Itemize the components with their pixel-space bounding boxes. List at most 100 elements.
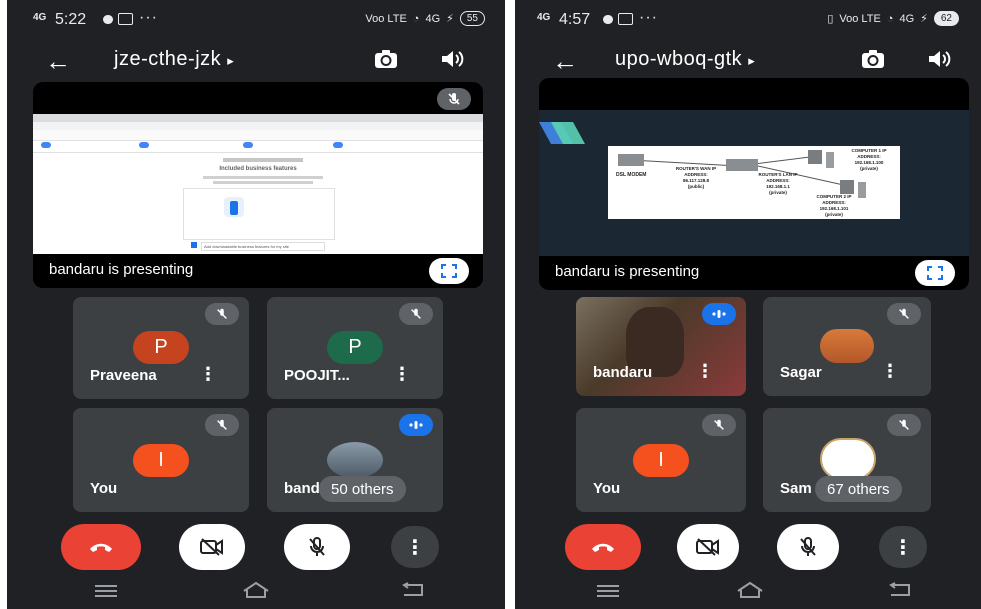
- hang-up-icon: [592, 543, 614, 552]
- shared-screen-heading: Included business features: [219, 166, 297, 172]
- fullscreen-icon: [441, 264, 457, 278]
- home-icon[interactable]: [735, 581, 765, 599]
- network-label: Voo LTE: [839, 12, 881, 25]
- charging-icon: ⚡: [920, 13, 928, 25]
- computer1-ip-label: COMPUTER 1 IP ADDRESS: 192.168.1.100 (priv…: [851, 148, 887, 171]
- slide-logo: [539, 122, 585, 144]
- mic-off-icon: [702, 414, 736, 436]
- mic-off-icon: [309, 537, 325, 556]
- participant-tile[interactable]: Sagar ⋮: [763, 297, 931, 396]
- presenting-label: bandaru is presenting: [555, 263, 700, 280]
- home-icon[interactable]: [241, 581, 271, 599]
- more-options-icon[interactable]: ⋮: [199, 364, 217, 385]
- participant-name: band: [284, 480, 320, 497]
- camera-off-icon: [696, 538, 719, 556]
- back-arrow-icon[interactable]: ←: [552, 46, 578, 77]
- status-bar: 4G 5:22 ··· Voo LTE ◔ 4G ⚡ 55: [7, 0, 505, 40]
- participant-name: POOJIT...: [284, 367, 350, 384]
- menu-icon[interactable]: [595, 583, 621, 599]
- clock: 5:22: [55, 11, 87, 28]
- mail-icon: [618, 13, 633, 25]
- fullscreen-button[interactable]: [915, 260, 955, 286]
- phone-screen-left: 4G 5:22 ··· Voo LTE ◔ 4G ⚡ 55 ← jze-cthe…: [7, 0, 505, 609]
- participant-tile-self[interactable]: I You: [576, 408, 746, 512]
- status-right: ▯ Voo LTE ◔ 4G ⚡ 62: [827, 11, 959, 26]
- avatar: [820, 438, 876, 480]
- presentation-view[interactable]: Included business features Add downloada…: [33, 82, 483, 288]
- more-options-icon[interactable]: ⋮: [696, 361, 714, 382]
- more-vert-icon: ⋮: [405, 536, 425, 559]
- mic-off-icon: [205, 414, 239, 436]
- mic-off-icon: [399, 303, 433, 325]
- phone-screen-right: 4G 4:57 ··· ▯ Voo LTE ◔ 4G ⚡ 62 ← upo-wb…: [515, 0, 981, 609]
- participant-tile[interactable]: bandaru ⋮: [576, 297, 746, 396]
- network-diagram: DSL MODEM ROUTER'S WAN IP ADDRESS: 86.117…: [608, 146, 900, 219]
- wan-ip-label: ROUTER'S WAN IP ADDRESS: 86.117.128.8 (pub…: [675, 166, 717, 189]
- participant-name: bandaru: [593, 364, 653, 381]
- wifi-icon: ◔: [886, 12, 894, 25]
- meeting-code[interactable]: upo-wboq-gtk ▸: [615, 48, 755, 71]
- battery-level: 55: [459, 11, 485, 26]
- camera-toggle-button[interactable]: [179, 524, 245, 570]
- menu-icon[interactable]: [93, 583, 119, 599]
- participant-tile-overflow[interactable]: Sam 67 others: [763, 408, 931, 512]
- speaker-icon[interactable]: [439, 48, 465, 70]
- presenting-label: bandaru is presenting: [49, 261, 194, 278]
- avatar: I: [133, 444, 189, 477]
- signal-indicator: 4G: [537, 12, 551, 23]
- more-vert-icon: ⋮: [893, 536, 913, 559]
- wifi-icon: ◔: [412, 12, 420, 25]
- others-count-badge[interactable]: 67 others: [815, 476, 902, 502]
- mic-off-icon: [887, 414, 921, 436]
- avatar: P: [133, 331, 189, 364]
- speaking-icon: [399, 414, 433, 436]
- camera-toggle-button[interactable]: [677, 524, 739, 570]
- more-options-icon[interactable]: ⋮: [393, 364, 411, 385]
- participant-tile-overflow[interactable]: band 50 others: [267, 408, 443, 512]
- meeting-top-bar: ← upo-wboq-gtk ▸: [515, 40, 981, 80]
- more-options-icon[interactable]: ⋮: [881, 361, 899, 382]
- network-type: 4G: [425, 12, 441, 25]
- participant-name: You: [90, 480, 118, 497]
- participant-tile-self[interactable]: I You: [73, 408, 249, 512]
- speaker-icon[interactable]: [926, 48, 952, 70]
- presentation-caption: bandaru is presenting: [33, 254, 483, 288]
- presentation-view[interactable]: DSL MODEM ROUTER'S WAN IP ADDRESS: 86.117…: [539, 78, 969, 290]
- others-count-badge[interactable]: 50 others: [319, 476, 406, 502]
- modem-label: DSL MODEM: [616, 172, 647, 178]
- participant-tile[interactable]: P POOJIT... ⋮: [267, 297, 443, 399]
- back-nav-icon[interactable]: [400, 582, 426, 598]
- charging-icon: ⚡: [446, 13, 454, 25]
- mic-off-icon: [205, 303, 239, 325]
- back-arrow-icon[interactable]: ←: [45, 46, 71, 77]
- switch-camera-icon[interactable]: [373, 48, 399, 70]
- meeting-code[interactable]: jze-cthe-jzk ▸: [114, 48, 234, 71]
- participant-tile[interactable]: P Praveena ⋮: [73, 297, 249, 399]
- network-type: 4G: [899, 12, 915, 25]
- more-options-button[interactable]: ⋮: [879, 526, 927, 568]
- lan-ip-label: ROUTER'S LAN IP ADDRESS: 192.168.1.1 (priv…: [758, 172, 798, 195]
- fullscreen-button[interactable]: [429, 258, 469, 284]
- system-nav-bar: [515, 573, 981, 609]
- presentation-caption: bandaru is presenting: [539, 256, 969, 290]
- vibrate-icon: ▯: [827, 13, 834, 25]
- avatar: I: [633, 444, 689, 477]
- status-right: Voo LTE ◔ 4G ⚡ 55: [365, 11, 485, 26]
- end-call-button[interactable]: [565, 524, 641, 570]
- mic-toggle-button[interactable]: [777, 524, 839, 570]
- participant-name: Praveena: [90, 367, 157, 384]
- camera-off-icon: [200, 538, 223, 556]
- mic-off-icon: [887, 303, 921, 325]
- more-options-button[interactable]: ⋮: [391, 526, 439, 568]
- computer2-ip-label: COMPUTER 2 IP ADDRESS: 192.168.1.101 (priv…: [816, 194, 852, 217]
- speaking-icon: [702, 303, 736, 325]
- avatar: [820, 329, 874, 363]
- switch-camera-icon[interactable]: [860, 48, 886, 70]
- network-label: Voo LTE: [365, 12, 407, 25]
- end-call-button[interactable]: [61, 524, 141, 570]
- back-nav-icon[interactable]: [887, 582, 913, 598]
- mic-toggle-button[interactable]: [284, 524, 350, 570]
- participant-name: You: [593, 480, 621, 497]
- participant-name: Sagar: [780, 364, 822, 381]
- avatar: [327, 442, 383, 478]
